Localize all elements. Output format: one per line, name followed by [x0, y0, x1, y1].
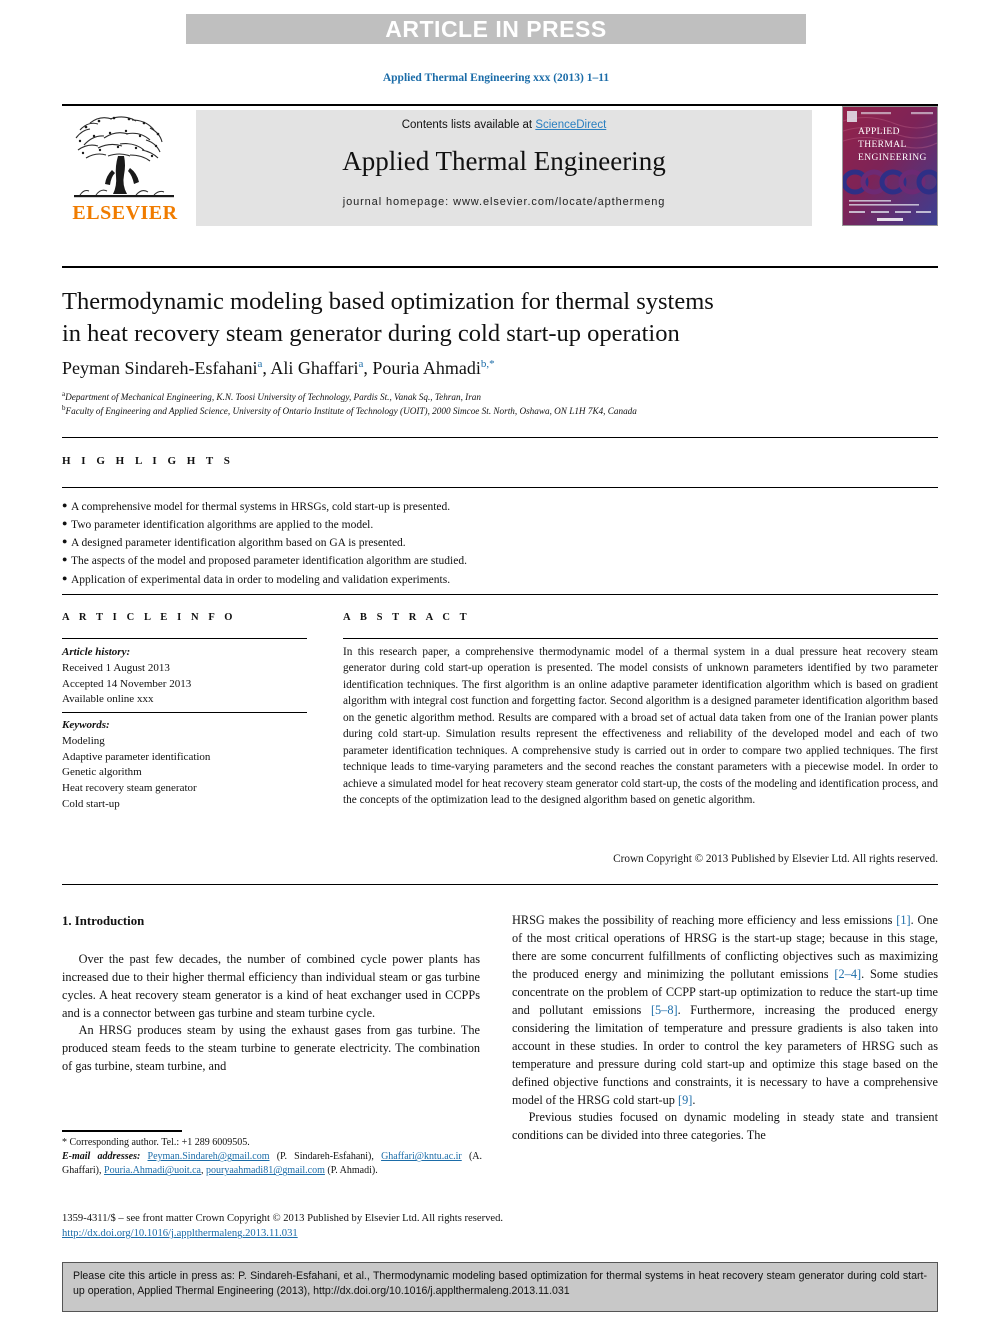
keyword-item: Cold start-up [62, 798, 120, 811]
abstract-copyright: Crown Copyright © 2013 Published by Else… [613, 853, 938, 865]
highlight-item: ● Application of experimental data in ord… [62, 571, 762, 589]
highlight-item: ● Two parameter identification algorithms… [62, 516, 762, 534]
highlights-top-rule [62, 437, 938, 438]
bullet-icon: ● [62, 536, 68, 547]
email-link-2[interactable]: Ghaffari@kntu.ac.ir [381, 1151, 462, 1162]
svg-text:ENGINEERING: ENGINEERING [858, 153, 927, 163]
article-info-heading: A R T I C L E I N F O [62, 612, 237, 623]
highlights-heading: H I G H L I G H T S [62, 455, 234, 467]
highlight-text: Two parameter identification algorithms … [71, 519, 374, 532]
elsevier-wordmark: ELSEVIER [72, 202, 178, 224]
bullet-icon: ● [62, 572, 68, 583]
highlights-mid-rule [62, 487, 938, 488]
article-history-block: Article history: Received 1 August 2013 … [62, 645, 312, 708]
email-addresses-note: E-mail addresses: Peyman.Sindareh@gmail.… [62, 1151, 483, 1177]
keyword-item: Adaptive parameter identification [62, 750, 211, 763]
email-link-4[interactable]: pouryaahmadi81@gmail.com [206, 1165, 325, 1176]
body-column-right: HRSG makes the possibility of reaching m… [512, 912, 938, 1145]
bullet-icon: ● [62, 518, 68, 529]
email-addresses-label: E-mail addresses: [62, 1151, 141, 1163]
keywords-label: Keywords: [62, 719, 110, 731]
body-paragraph: HRSG makes the possibility of reaching m… [512, 913, 938, 1107]
article-history-received: Received 1 August 2013 [62, 661, 170, 674]
cite-this-article-text: Please cite this article in press as: P.… [73, 1270, 927, 1298]
title-top-rule [62, 266, 938, 268]
paper-title-line-1: Thermodynamic modeling based optimizatio… [62, 288, 714, 315]
article-in-press-label: ARTICLE IN PRESS [385, 15, 607, 42]
journal-reference-line: Applied Thermal Engineering xxx (2013) 1… [382, 72, 610, 84]
body-paragraph: An HRSG produces steam by using the exha… [62, 1023, 480, 1074]
author-list: Peyman Sindareh-Esfahania, Ali Ghaffaria… [62, 358, 495, 378]
author-mark-2: a [358, 358, 364, 370]
author-name-2: Ali Ghaffari [270, 358, 359, 378]
highlight-text: The aspects of the model and proposed pa… [71, 555, 467, 568]
journal-title: Applied Thermal Engineering [342, 146, 666, 176]
imprint-block: 1359-4311/$ – see front matter Crown Cop… [62, 1211, 762, 1242]
journal-cover-thumbnail: APPLIED THERMAL ENGINEERING [842, 106, 938, 226]
svg-text:THERMAL: THERMAL [858, 140, 907, 150]
article-info-rule [62, 638, 307, 639]
highlight-item: ● A designed parameter identification alg… [62, 534, 762, 552]
body-paragraph: Over the past few decades, the number of… [62, 951, 480, 1020]
email-link-3[interactable]: Pouria.Ahmadi@uoit.ca [104, 1165, 201, 1176]
highlight-text: A designed parameter identification algo… [71, 537, 406, 550]
author-mark-3: b,* [480, 358, 495, 370]
author-mark-1: a [257, 358, 263, 370]
footnote-rule [62, 1130, 182, 1132]
masthead-top-rule [62, 104, 938, 106]
page-title: Thermodynamic modeling based optimizatio… [62, 286, 852, 350]
journal-cover-image: APPLIED THERMAL ENGINEERING [843, 107, 937, 225]
highlights-list: ● A comprehensive model for thermal syste… [62, 498, 762, 589]
affiliation-text-b: Faculty of Engineering and Applied Scien… [65, 405, 637, 416]
email-link-1[interactable]: Peyman.Sindareh@gmail.com [148, 1151, 270, 1162]
contents-prefix: Contents lists available at [401, 119, 536, 131]
contents-available-line: Contents lists available at ScienceDirec… [196, 110, 812, 131]
affiliation-b: bFaculty of Engineering and Applied Scie… [62, 404, 922, 418]
abstract-heading: A B S T R A C T [343, 612, 471, 623]
issn-copyright-line: 1359-4311/$ – see front matter Crown Cop… [62, 1213, 504, 1224]
highlight-text: A comprehensive model for thermal system… [71, 501, 451, 513]
affiliation-text-a: Department of Mechanical Engineering, K.… [65, 392, 481, 403]
footnote-block: * Corresponding author. Tel.: +1 289 600… [62, 1136, 482, 1179]
journal-homepage-line[interactable]: journal homepage: www.elsevier.com/locat… [196, 196, 812, 208]
body-paragraph: Previous studies focused on dynamic mode… [512, 1110, 938, 1143]
affiliation-a: aDepartment of Mechanical Engineering, K… [62, 390, 922, 404]
bullet-icon: ● [62, 554, 68, 565]
email-owner-1: (P. Sindareh-Esfahani) [276, 1151, 372, 1163]
paper-title-line-2: in heat recovery steam generator during … [62, 319, 680, 347]
keywords-block: Keywords: Modeling Adaptive parameter id… [62, 718, 312, 813]
section-heading-introduction: 1. Introduction [62, 914, 145, 928]
elsevier-tree-icon [74, 116, 174, 198]
info-bottom-rule [62, 884, 938, 885]
journal-masthead: ELSEVIER Contents lists available at Sci… [62, 104, 938, 228]
info-top-rule [62, 594, 938, 595]
highlight-text: Application of experimental data in orde… [71, 573, 451, 586]
highlight-item: ● The aspects of the model and proposed p… [62, 552, 762, 570]
keyword-item: Genetic algorithm [62, 766, 142, 779]
author-name-1: Peyman Sindareh-Esfahani [62, 358, 258, 378]
keyword-item: Heat recovery steam generator [62, 782, 197, 795]
contents-banner: Contents lists available at ScienceDirec… [196, 110, 812, 226]
article-in-press-banner: ARTICLE IN PRESS [186, 14, 806, 44]
doi-link[interactable]: http://dx.doi.org/10.1016/j.applthermale… [62, 1228, 298, 1239]
article-history-label: Article history: [62, 646, 131, 658]
body-column-left: 1. Introduction Over the past few decade… [62, 912, 480, 1076]
keywords-divider-rule [62, 712, 307, 713]
email-owner-4: (P. Ahmadi) [327, 1165, 376, 1177]
elsevier-logo: ELSEVIER [66, 110, 184, 228]
article-history-online: Available online xxx [62, 693, 154, 706]
sciencedirect-link[interactable]: ScienceDirect [535, 119, 606, 131]
abstract-text: In this research paper, a comprehensive … [343, 646, 938, 807]
article-history-accepted: Accepted 14 November 2013 [62, 677, 192, 690]
svg-text:APPLIED: APPLIED [858, 127, 900, 137]
cite-this-article-box: Please cite this article in press as: P.… [62, 1262, 938, 1312]
bullet-icon: ● [62, 500, 68, 510]
affiliation-list: aDepartment of Mechanical Engineering, K… [62, 390, 922, 418]
keyword-item: Modeling [62, 734, 105, 747]
author-name-3: Pouria Ahmadi [372, 358, 481, 378]
highlight-item: ● A comprehensive model for thermal syste… [62, 498, 762, 516]
corresponding-author-note: * Corresponding author. Tel.: +1 289 600… [62, 1137, 250, 1148]
abstract-rule [343, 638, 938, 639]
